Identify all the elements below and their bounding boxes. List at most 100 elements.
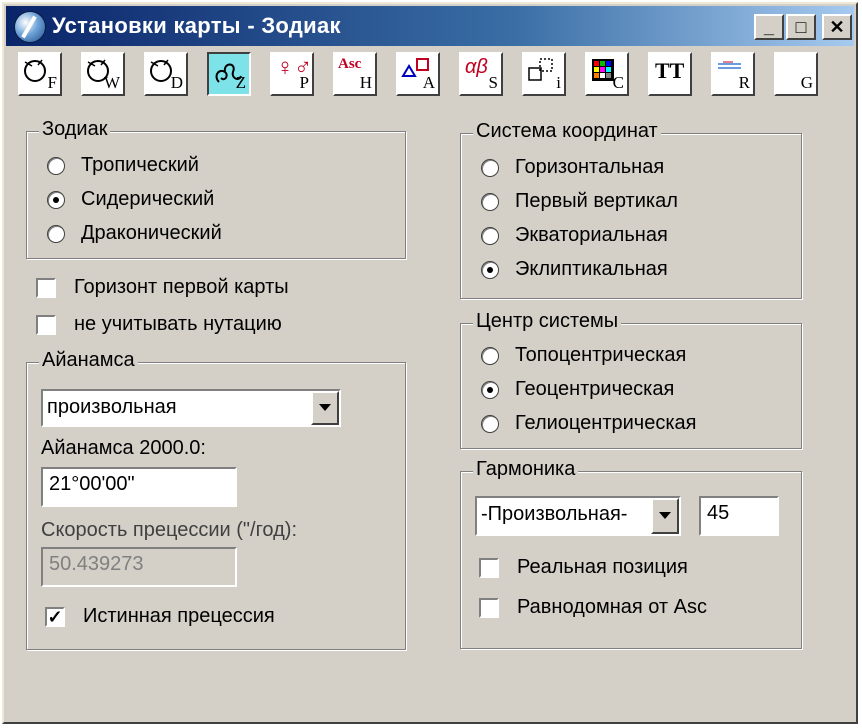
- radio-circle[interactable]: [481, 380, 499, 399]
- tool-sub-label: A: [422, 73, 435, 92]
- tool-sub-label: i: [556, 73, 561, 92]
- chevron-down-icon[interactable]: [311, 391, 339, 425]
- checkbox-label: не учитывать нутацию: [74, 313, 282, 335]
- radio-circle[interactable]: [481, 346, 499, 365]
- toolbar: F W D Z ♀♂ P Asc H A αβ S i C TT R G: [18, 52, 838, 102]
- alpha-beta-icon: αβ: [465, 56, 488, 78]
- settings-window: Установки карты - Зодиак _ □ ✕ F W D Z ♀…: [2, 2, 858, 724]
- tool-r-button[interactable]: R: [711, 52, 755, 96]
- tool-sub-label: H: [359, 73, 372, 92]
- harmonic-value-input[interactable]: 45: [699, 496, 779, 536]
- radio-circle[interactable]: [481, 192, 499, 211]
- radio-horizontal[interactable]: Горизонтальная: [481, 156, 664, 179]
- precession-speed-input: 50.439273: [41, 547, 237, 587]
- radio-heliocentric[interactable]: Гелиоцентрическая: [481, 412, 696, 435]
- radio-label: Топоцентрическая: [515, 344, 687, 366]
- tool-t-button[interactable]: TT: [648, 52, 692, 96]
- zodiac-group-label: Зодиак: [39, 118, 111, 141]
- radio-topocentric[interactable]: Топоцентрическая: [481, 344, 686, 367]
- precession-speed-label: Скорость прецессии ("/год):: [41, 519, 297, 541]
- radio-label: Сидерический: [81, 188, 215, 210]
- tool-sub-label: D: [170, 73, 183, 92]
- minimize-button[interactable]: _: [754, 14, 784, 40]
- tool-sub-label: P: [299, 73, 309, 92]
- radio-label: Эклиптикальная: [515, 258, 668, 280]
- tool-s-button[interactable]: αβ S: [459, 52, 503, 96]
- window-title: Установки карты - Зодиак: [52, 13, 341, 38]
- radio-circle[interactable]: [481, 260, 499, 279]
- radio-circle[interactable]: [47, 156, 65, 175]
- tool-sub-label: W: [103, 73, 120, 92]
- ayanamsa-value-input[interactable]: 21°00'00": [41, 467, 237, 507]
- radio-prime-vertical[interactable]: Первый вертикал: [481, 190, 678, 213]
- tool-g-button[interactable]: G: [774, 52, 818, 96]
- radio-label: Горизонтальная: [515, 156, 665, 178]
- chevron-down-icon[interactable]: [651, 498, 679, 534]
- radio-label: Тропический: [81, 154, 199, 176]
- radio-ecliptic[interactable]: Эклиптикальная: [481, 258, 668, 281]
- radio-circle[interactable]: [481, 158, 499, 177]
- checkbox-label: Истинная прецессия: [83, 605, 275, 627]
- tool-sub-label: G: [800, 73, 813, 92]
- center-group: Центр системы Топоцентрическая Геоцентри…: [460, 310, 802, 449]
- center-group-label: Центр системы: [473, 310, 622, 333]
- radio-label: Экваториальная: [515, 224, 668, 246]
- checkbox-real-position[interactable]: Реальная позиция: [479, 556, 688, 579]
- harmonic-group-label: Гармоника: [473, 458, 579, 481]
- ayanamsa-value-label: Айанамса 2000.0:: [41, 437, 206, 459]
- radio-label: Драконический: [81, 222, 222, 244]
- checkbox-label: Реальная позиция: [517, 556, 688, 578]
- radio-geocentric[interactable]: Геоцентрическая: [481, 378, 674, 401]
- tool-sub-label: Z: [235, 73, 246, 92]
- radio-sidereal[interactable]: Сидерический: [47, 188, 214, 211]
- tool-h-button[interactable]: Asc H: [333, 52, 377, 96]
- radio-circle[interactable]: [47, 224, 65, 243]
- radio-label: Геоцентрическая: [515, 378, 675, 400]
- checkbox-label: Горизонт первой карты: [74, 276, 289, 298]
- ayanamsa-select-value: произвольная: [47, 396, 177, 418]
- checkbox-horizon[interactable]: Горизонт первой карты: [36, 276, 289, 299]
- checkbox-box[interactable]: [479, 557, 499, 578]
- text-tt-icon: TT: [655, 58, 685, 83]
- tool-p-button[interactable]: ♀♂ P: [270, 52, 314, 96]
- ascendant-icon: Asc: [338, 56, 362, 72]
- checkbox-box[interactable]: [479, 597, 499, 618]
- tool-sub-label: F: [47, 73, 57, 92]
- tool-f-button[interactable]: F: [18, 52, 62, 96]
- tool-d-button[interactable]: D: [144, 52, 188, 96]
- checkbox-box[interactable]: [36, 277, 56, 298]
- app-icon: [14, 11, 46, 43]
- checkmark-icon[interactable]: ✓: [45, 606, 65, 627]
- ayanamsa-select[interactable]: произвольная: [41, 389, 341, 427]
- radio-label: Первый вертикал: [515, 190, 678, 212]
- close-button[interactable]: ✕: [822, 14, 852, 40]
- zodiac-group: Зодиак Тропический Сидерический Драконич…: [26, 118, 406, 259]
- harmonic-select[interactable]: -Произвольная-: [475, 496, 681, 536]
- checkbox-box[interactable]: [36, 314, 56, 335]
- tool-sub-label: R: [738, 73, 750, 92]
- harmonic-group: Гармоника -Произвольная- 45 Реальная поз…: [460, 458, 802, 649]
- radio-tropical[interactable]: Тропический: [47, 154, 199, 177]
- checkbox-true-precession[interactable]: ✓ Истинная прецессия: [45, 605, 275, 628]
- tool-sub-label: S: [488, 73, 498, 92]
- tool-i-button[interactable]: i: [522, 52, 566, 96]
- harmonic-select-value: -Произвольная-: [481, 503, 628, 525]
- radio-label: Гелиоцентрическая: [515, 412, 697, 434]
- maximize-button[interactable]: □: [786, 14, 816, 40]
- tool-sub-label: C: [612, 73, 624, 92]
- radio-draconic[interactable]: Драконический: [47, 222, 222, 245]
- title-bar[interactable]: Установки карты - Зодиак _ □ ✕: [6, 6, 854, 46]
- tool-w-button[interactable]: W: [81, 52, 125, 96]
- radio-equatorial[interactable]: Экваториальная: [481, 224, 668, 247]
- ayanamsa-group: Айанамса произвольная Айанамса 2000.0: 2…: [26, 349, 406, 650]
- radio-circle[interactable]: [47, 190, 65, 209]
- radio-circle[interactable]: [481, 414, 499, 433]
- checkbox-nutation[interactable]: не учитывать нутацию: [36, 313, 282, 336]
- radio-circle[interactable]: [481, 226, 499, 245]
- coord-system-group: Система координат Горизонтальная Первый …: [460, 120, 802, 299]
- checkbox-label: Равнодомная от Asc: [517, 596, 707, 618]
- tool-a-button[interactable]: A: [396, 52, 440, 96]
- tool-c-button[interactable]: C: [585, 52, 629, 96]
- tool-z-button[interactable]: Z: [207, 52, 251, 96]
- checkbox-equal-from-asc[interactable]: Равнодомная от Asc: [479, 596, 707, 619]
